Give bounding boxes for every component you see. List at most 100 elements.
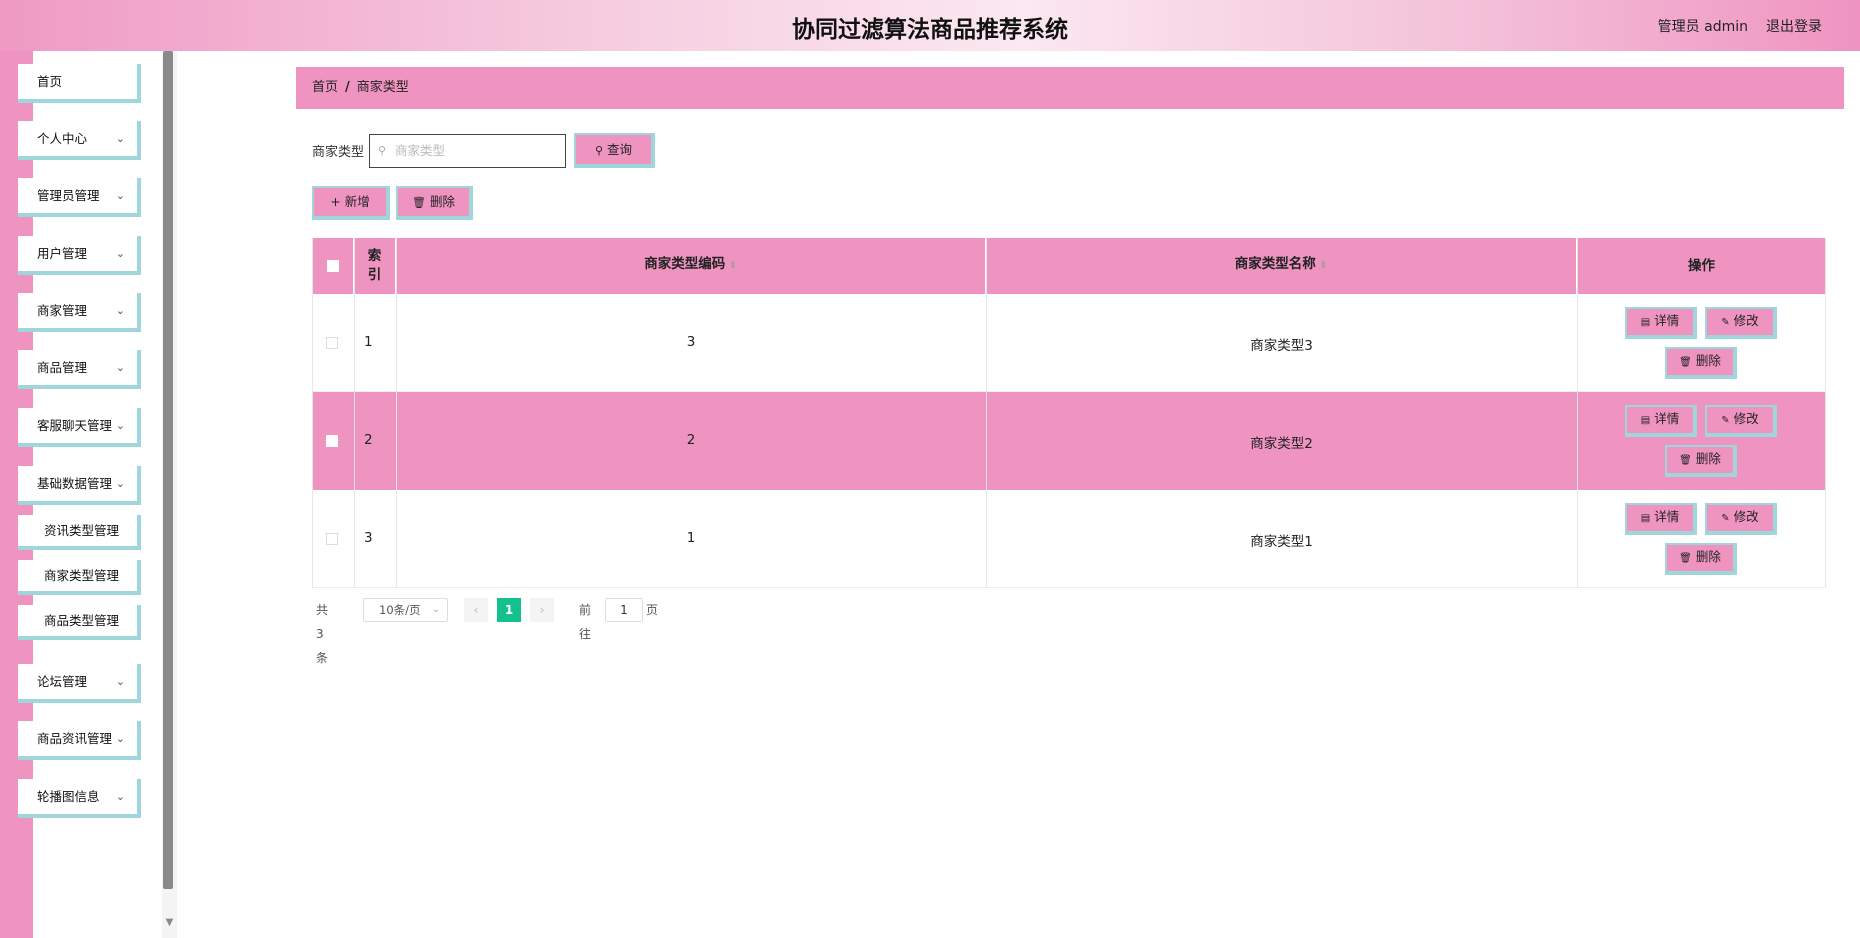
sidebar-item-personal-center[interactable]: 个人中心 ⌄ xyxy=(18,121,141,160)
query-button[interactable]: ⚲ 查询 xyxy=(574,133,655,168)
detail-button[interactable]: ▤ 详情 xyxy=(1625,503,1697,535)
prev-page-button[interactable]: ‹ xyxy=(464,598,488,622)
scroll-down-arrow-icon[interactable]: ▼ xyxy=(162,916,177,930)
edit-button[interactable]: ✎ 修改 xyxy=(1705,503,1777,535)
detail-button-label: 详情 xyxy=(1654,313,1680,328)
detail-button-label: 详情 xyxy=(1654,411,1680,426)
page-number-active[interactable]: 1 xyxy=(497,598,521,622)
header-index-label: 索引 xyxy=(367,248,382,283)
row-code: 3 xyxy=(686,334,696,350)
chevron-down-icon: ⌄ xyxy=(115,361,125,374)
row-index: 1 xyxy=(364,334,373,350)
header-code[interactable]: 商家类型编码 ⇕ xyxy=(396,238,986,294)
sidebar-item-label: 资讯类型管理 xyxy=(44,523,120,538)
sidebar-item-product-news[interactable]: 商品资讯管理 ⌄ xyxy=(18,721,141,760)
top-header: 协同过滤算法商品推荐系统 管理员 admin 退出登录 xyxy=(0,0,1860,51)
header-index: 索引 xyxy=(354,238,396,294)
sidebar-subitem-news-type[interactable]: 资讯类型管理 xyxy=(18,515,141,550)
chevron-down-icon: ⌄ xyxy=(115,247,125,260)
logout-link[interactable]: 退出登录 xyxy=(1766,16,1822,36)
sidebar-item-label: 轮播图信息 xyxy=(37,789,100,804)
sidebar-item-label: 客服聊天管理 xyxy=(37,418,113,433)
sidebar-item-forum-management[interactable]: 论坛管理 ⌄ xyxy=(18,664,141,703)
query-button-label: 查询 xyxy=(607,142,633,157)
goto-label: 前往 xyxy=(579,603,592,641)
sidebar-item-label: 用户管理 xyxy=(37,246,88,261)
system-title: 协同过滤算法商品推荐系统 xyxy=(792,17,1068,43)
delete-button[interactable]: 🗑 删除 xyxy=(1665,347,1737,379)
sidebar-item-label: 商品资讯管理 xyxy=(37,731,113,746)
page-size-select[interactable]: 10条/页 ⌄ xyxy=(363,598,448,622)
add-button-label: 新增 xyxy=(344,194,370,209)
chevron-down-icon: ⌄ xyxy=(115,675,125,688)
detail-button[interactable]: ▤ 详情 xyxy=(1625,307,1697,339)
row-checkbox[interactable] xyxy=(326,435,338,447)
sidebar-item-carousel[interactable]: 轮播图信息 ⌄ xyxy=(18,779,141,818)
sidebar-subitem-merchant-type[interactable]: 商家类型管理 xyxy=(18,560,141,595)
edit-button[interactable]: ✎ 修改 xyxy=(1705,405,1777,437)
row-index: 2 xyxy=(364,432,373,448)
row-checkbox[interactable] xyxy=(326,337,338,349)
page-suffix: 页 xyxy=(646,603,659,617)
row-name: 商家类型3 xyxy=(1250,338,1313,354)
delete-button-label: 删除 xyxy=(1695,353,1721,368)
sidebar-item-label: 商品类型管理 xyxy=(44,613,120,628)
sort-icon[interactable]: ⇕ xyxy=(1320,261,1328,271)
bulk-delete-button-label: 删除 xyxy=(429,194,455,209)
table-divider xyxy=(1577,238,1578,588)
header-ops: 操作 xyxy=(1577,238,1826,294)
document-icon: ▤ xyxy=(1640,317,1651,328)
trash-icon: 🗑 xyxy=(1679,455,1692,466)
table-divider xyxy=(396,238,397,588)
sidebar-item-customer-chat[interactable]: 客服聊天管理 ⌄ xyxy=(18,408,141,447)
total-count: 共 3 条 xyxy=(316,603,329,665)
bulk-delete-button[interactable]: 🗑 删除 xyxy=(396,186,473,220)
document-icon: ▤ xyxy=(1640,513,1651,524)
sort-icon[interactable]: ⇕ xyxy=(729,261,737,271)
detail-button[interactable]: ▤ 详情 xyxy=(1625,405,1697,437)
sidebar-subitem-product-type[interactable]: 商品类型管理 xyxy=(18,605,141,640)
breadcrumb-current: 商家类型 xyxy=(356,80,409,95)
header-name[interactable]: 商家类型名称 ⇕ xyxy=(986,238,1577,294)
sidebar-scrollbar-thumb[interactable] xyxy=(163,51,173,889)
search-icon: ⚲ xyxy=(378,144,387,157)
sidebar-item-product-management[interactable]: 商品管理 ⌄ xyxy=(18,350,141,389)
table-row: 2 2 商家类型2 ▤ 详情 ✎ 修改 🗑 删除 xyxy=(312,392,1826,490)
search-input[interactable]: ⚲ 商家类型 xyxy=(369,134,566,168)
table-row: 1 3 商家类型3 ▤ 详情 ✎ 修改 🗑 删除 xyxy=(312,294,1826,392)
trash-icon: 🗑 xyxy=(412,196,426,209)
row-code: 1 xyxy=(686,530,696,546)
header-code-label: 商家类型编码 xyxy=(644,256,726,272)
delete-button[interactable]: 🗑 删除 xyxy=(1665,543,1737,575)
add-button[interactable]: + 新增 xyxy=(312,186,390,220)
edit-button-label: 修改 xyxy=(1733,509,1759,524)
row-name: 商家类型2 xyxy=(1250,436,1313,452)
row-checkbox[interactable] xyxy=(326,533,338,545)
edit-button[interactable]: ✎ 修改 xyxy=(1705,307,1777,339)
sidebar-item-admin-management[interactable]: 管理员管理 ⌄ xyxy=(18,178,141,217)
sidebar-item-user-management[interactable]: 用户管理 ⌄ xyxy=(18,236,141,275)
table-row: 3 1 商家类型1 ▤ 详情 ✎ 修改 🗑 删除 xyxy=(312,490,1826,588)
header-ops-label: 操作 xyxy=(1688,258,1715,274)
document-icon: ▤ xyxy=(1640,415,1651,426)
delete-button[interactable]: 🗑 删除 xyxy=(1665,445,1737,477)
sidebar-item-basic-data[interactable]: 基础数据管理 ⌄ xyxy=(18,466,141,505)
sidebar-item-label: 管理员管理 xyxy=(37,188,100,203)
sidebar-item-merchant-management[interactable]: 商家管理 ⌄ xyxy=(18,293,141,332)
table-divider xyxy=(354,238,355,588)
sidebar-item-home[interactable]: 首页 xyxy=(18,64,141,103)
select-all-checkbox[interactable] xyxy=(327,260,339,272)
next-page-button[interactable]: › xyxy=(530,598,554,622)
sidebar-item-label: 商品管理 xyxy=(37,360,88,375)
goto-page-input[interactable]: 1 xyxy=(605,598,643,622)
edit-button-label: 修改 xyxy=(1733,313,1759,328)
plus-icon: + xyxy=(330,194,341,209)
row-index: 3 xyxy=(364,530,373,546)
chevron-down-icon: ⌄ xyxy=(115,132,125,145)
delete-button-label: 删除 xyxy=(1695,451,1721,466)
chevron-down-icon: ⌄ xyxy=(115,419,125,432)
search-icon: ⚲ xyxy=(594,144,604,157)
breadcrumb-home[interactable]: 首页 xyxy=(312,80,338,95)
detail-button-label: 详情 xyxy=(1654,509,1680,524)
breadcrumb: 首页 / 商家类型 xyxy=(296,67,1844,109)
